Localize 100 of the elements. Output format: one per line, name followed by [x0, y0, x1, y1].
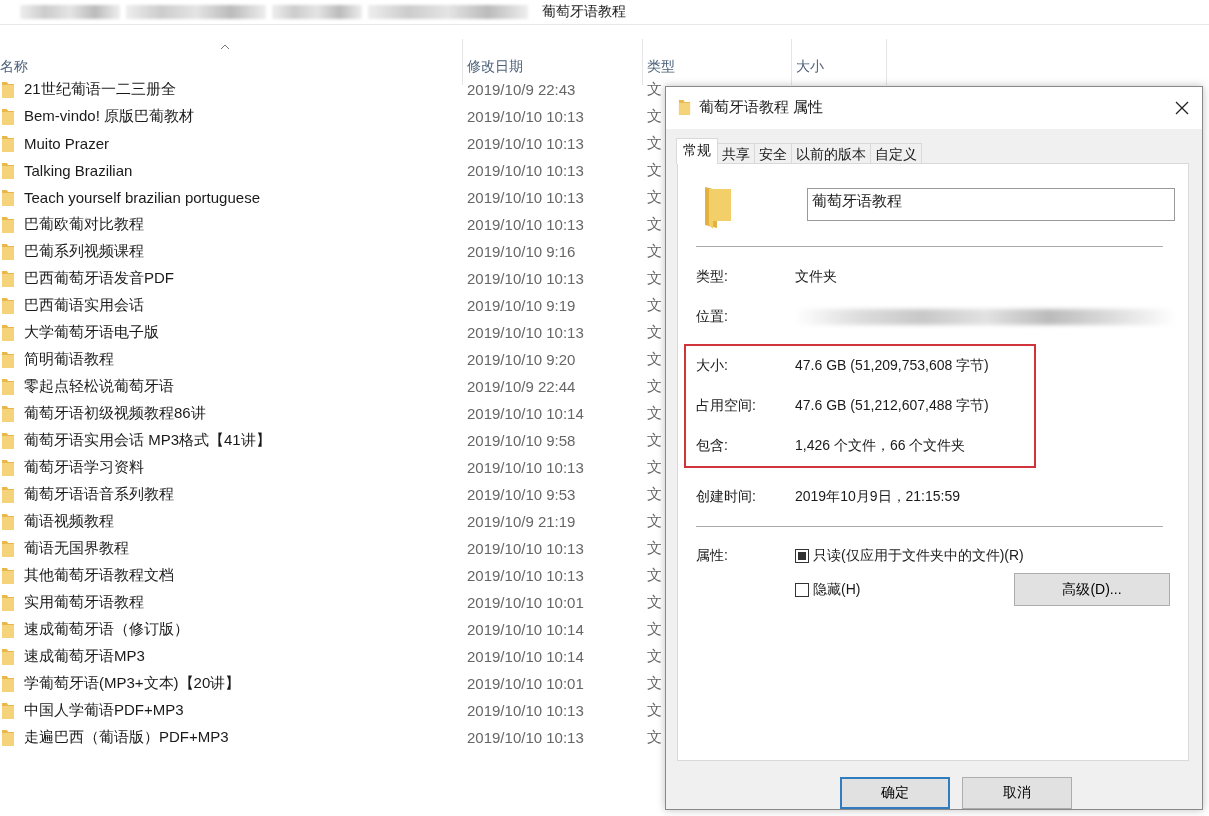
file-name[interactable]: 巴葡系列视频课程 [24, 242, 144, 261]
file-name[interactable]: 葡萄牙语语音系列教程 [24, 485, 174, 504]
tab[interactable]: 共享 [717, 142, 755, 164]
modified-date: 2019/10/10 10:13 [466, 189, 585, 206]
file-type: 文 [646, 188, 662, 207]
folder-icon [1, 296, 15, 315]
folder-icon [1, 188, 15, 207]
close-icon[interactable] [1174, 99, 1190, 116]
file-name[interactable]: 中国人学葡语PDF+MP3 [24, 701, 184, 720]
folder-icon [1, 431, 15, 450]
folder-icon [1, 377, 15, 396]
property-label: 位置: [695, 306, 729, 326]
modified-date: 2019/10/10 10:13 [466, 216, 585, 233]
tab[interactable]: 自定义 [870, 142, 922, 164]
modified-date: 2019/10/10 10:13 [466, 459, 585, 476]
dialog-button[interactable]: 取消 [962, 777, 1072, 809]
dialog-button[interactable]: 确定 [840, 777, 950, 809]
folder-icon [1, 215, 15, 234]
file-type: 文 [646, 242, 662, 261]
folder-icon [1, 539, 15, 558]
property-value: 47.6 GB (51,212,607,488 字节) [795, 396, 990, 415]
file-name[interactable]: 学葡萄牙语(MP3+文本)【20讲】 [24, 674, 241, 693]
modified-date: 2019/10/10 9:19 [466, 297, 577, 314]
file-type: 文 [646, 80, 662, 99]
tab[interactable]: 常规 [676, 137, 718, 164]
file-type: 文 [646, 512, 662, 531]
file-name[interactable]: 葡萄牙语实用会话 MP3格式【41讲】 [24, 431, 271, 450]
file-type: 文 [646, 485, 662, 504]
file-name[interactable]: 零起点轻松说葡萄牙语 [24, 377, 174, 396]
file-type: 文 [646, 539, 662, 558]
file-type: 文 [646, 701, 662, 720]
folder-icon [1, 674, 15, 693]
modified-date: 2019/10/10 10:13 [466, 135, 585, 152]
modified-date: 2019/10/9 22:44 [466, 378, 577, 395]
modified-date: 2019/10/10 10:13 [466, 540, 585, 557]
modified-date: 2019/10/10 10:01 [466, 594, 585, 611]
modified-date: 2019/10/10 9:58 [466, 432, 577, 449]
checkbox-label[interactable]: 隐藏(H) [813, 580, 861, 599]
file-name[interactable]: 葡萄牙语初级视频教程86讲 [24, 404, 206, 423]
file-name[interactable]: Bem-vindo! 原版巴葡教材 [24, 107, 195, 126]
file-type: 文 [646, 593, 662, 612]
advanced-button[interactable]: 高级(D)... [1014, 573, 1170, 607]
file-type: 文 [646, 350, 662, 369]
file-type: 文 [646, 674, 662, 693]
file-name[interactable]: 大学葡萄牙语电子版 [24, 323, 159, 342]
file-name[interactable]: 葡语无国界教程 [24, 539, 129, 558]
modified-date: 2019/10/10 10:14 [466, 621, 585, 638]
file-name[interactable]: 速成葡萄牙语MP3 [24, 647, 145, 666]
modified-date: 2019/10/10 10:13 [466, 729, 585, 746]
modified-date: 2019/10/10 9:16 [466, 243, 577, 260]
file-name[interactable]: Talking Brazilian [24, 162, 133, 179]
modified-date: 2019/10/10 10:01 [466, 675, 585, 692]
file-type: 文 [646, 134, 662, 153]
file-name[interactable]: 巴西葡语实用会话 [24, 296, 144, 315]
file-name[interactable]: 21世纪葡语一二三册全 [24, 80, 176, 99]
file-name[interactable]: 葡语视频教程 [24, 512, 114, 531]
folder-icon [1, 512, 15, 531]
column-header[interactable]: 修改日期 [467, 58, 523, 76]
folder-icon [1, 80, 15, 99]
tab[interactable]: 以前的版本 [791, 142, 871, 164]
file-name[interactable]: 其他葡萄牙语教程文档 [24, 566, 174, 585]
folder-icon [1, 566, 15, 585]
folder-icon [1, 647, 15, 666]
file-type: 文 [646, 431, 662, 450]
file-type: 文 [646, 620, 662, 639]
property-label: 包含: [695, 435, 729, 455]
file-type: 文 [646, 458, 662, 477]
property-value: 文件夹 [795, 267, 838, 286]
property-label: 占用空间: [695, 395, 757, 415]
file-name[interactable]: Teach yourself brazilian portuguese [24, 189, 260, 206]
folder-icon [1, 728, 15, 747]
file-name[interactable]: 葡萄牙语学习资料 [24, 458, 144, 477]
file-name[interactable]: 简明葡语教程 [24, 350, 114, 369]
file-name[interactable]: 走遍巴西（葡语版）PDF+MP3 [24, 728, 229, 747]
file-name[interactable]: 实用葡萄牙语教程 [24, 593, 144, 612]
name-field[interactable]: 葡萄牙语教程 [807, 188, 1175, 222]
checkbox-label[interactable]: 只读(仅应用于文件夹中的文件)(R) [813, 546, 1024, 565]
file-type: 文 [646, 269, 662, 288]
property-label: 类型: [695, 266, 729, 286]
folder-icon [1, 323, 15, 342]
modified-date: 2019/10/10 10:14 [466, 648, 585, 665]
folder-icon [1, 161, 15, 180]
file-name[interactable]: 巴葡欧葡对比教程 [24, 215, 144, 234]
column-header[interactable]: 类型 [647, 58, 675, 76]
file-name[interactable]: 巴西葡萄牙语发音PDF [24, 269, 174, 288]
column-header[interactable]: 大小 [796, 58, 824, 76]
file-name[interactable]: 速成葡萄牙语（修订版） [24, 620, 189, 639]
file-name[interactable]: Muito Prazer [24, 135, 110, 152]
checkbox[interactable] [795, 548, 809, 563]
tab[interactable]: 安全 [754, 142, 792, 164]
file-type: 文 [646, 215, 662, 234]
modified-date: 2019/10/10 10:14 [466, 405, 585, 422]
breadcrumb-item[interactable]: 葡萄牙语教程 [542, 3, 626, 21]
modified-date: 2019/10/10 10:13 [466, 324, 585, 341]
column-header[interactable]: 名称 [0, 58, 28, 76]
folder-icon [1, 593, 15, 612]
checkbox[interactable] [795, 582, 809, 597]
folder-icon [1, 107, 15, 126]
modified-date: 2019/10/10 10:13 [466, 702, 585, 719]
folder-icon [1, 458, 15, 477]
